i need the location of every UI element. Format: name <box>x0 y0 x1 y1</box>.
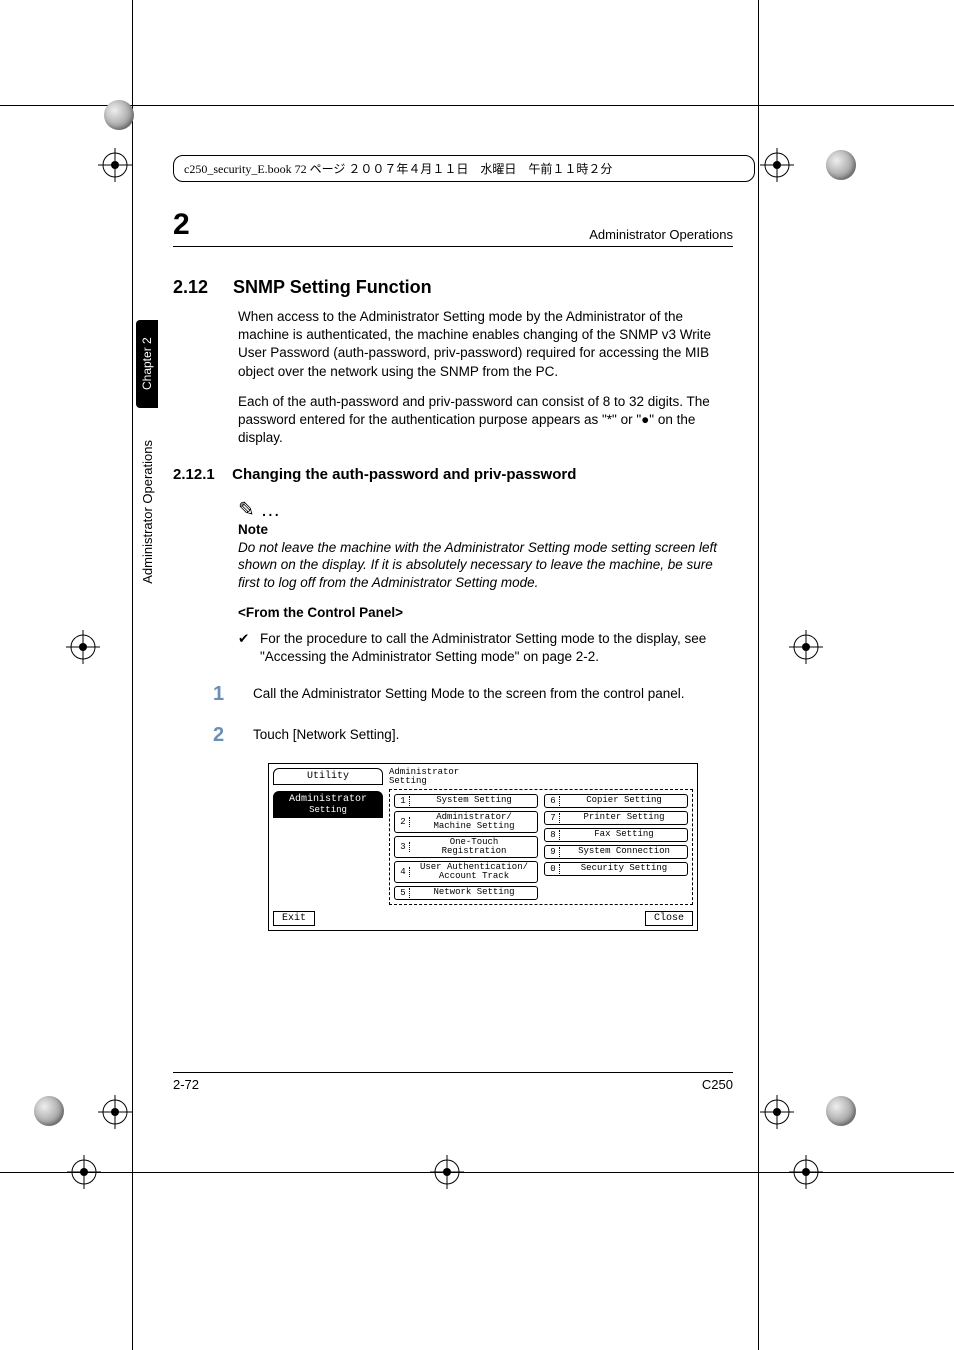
ss-menu-label: Security Setting <box>563 864 685 873</box>
chapter-tab: Chapter 2 <box>136 320 158 408</box>
registration-mark-icon <box>67 1155 101 1189</box>
ss-menu-item-7[interactable]: 7Printer Setting <box>544 811 688 825</box>
crop-line <box>132 0 133 1350</box>
crop-line <box>0 105 954 106</box>
decorative-sphere-icon <box>826 150 856 180</box>
ss-menu-label: Printer Setting <box>563 813 685 822</box>
note-label: Note <box>238 522 733 537</box>
ss-menu-item-6[interactable]: 6Copier Setting <box>544 794 688 808</box>
note-body: Do not leave the machine with the Admini… <box>238 539 733 592</box>
body-paragraph: When access to the Administrator Setting… <box>238 308 733 381</box>
page-number: 2-72 <box>173 1077 199 1092</box>
decorative-sphere-icon <box>34 1096 64 1126</box>
subsection-number: 2.12.1 <box>173 466 228 483</box>
ss-menu-grid: 1System Setting 2Administrator/ Machine S… <box>389 789 693 905</box>
ss-menu-label: Network Setting <box>413 888 535 897</box>
registration-mark-icon <box>789 630 823 664</box>
registration-mark-icon <box>98 1095 132 1129</box>
ss-menu-number: 9 <box>547 847 560 857</box>
section-number: 2.12 <box>173 277 228 298</box>
ss-menu-item-3[interactable]: 3One-Touch Registration <box>394 836 538 858</box>
decorative-sphere-icon <box>826 1096 856 1126</box>
bullet-text: For the procedure to call the Administra… <box>260 630 733 666</box>
ss-breadcrumb: Administrator Setting <box>389 768 693 786</box>
step-1: 1 Call the Administrator Setting Mode to… <box>213 681 733 708</box>
ss-menu-item-0[interactable]: 0Security Setting <box>544 862 688 876</box>
ss-menu-number: 0 <box>547 864 560 874</box>
ss-menu-number: 6 <box>547 796 560 806</box>
ss-menu-item-5[interactable]: 5Network Setting <box>394 886 538 900</box>
note-icon: ✎ … <box>238 497 733 522</box>
ss-menu-number: 7 <box>547 813 560 823</box>
step-text: Call the Administrator Setting Mode to t… <box>253 681 684 708</box>
subsection-title: Changing the auth-password and priv-pass… <box>232 466 576 483</box>
step-text: Touch [Network Setting]. <box>253 722 399 749</box>
ss-menu-label: Fax Setting <box>563 830 685 839</box>
check-icon: ✔ <box>238 630 260 666</box>
ss-menu-item-8[interactable]: 8Fax Setting <box>544 828 688 842</box>
ss-tab-label: Administrator <box>289 794 367 805</box>
ss-menu-number: 1 <box>397 796 410 806</box>
model-code: C250 <box>702 1077 733 1092</box>
ss-menu-label: System Connection <box>563 847 685 856</box>
ss-menu-item-2[interactable]: 2Administrator/ Machine Setting <box>394 811 538 833</box>
running-title: Administrator Operations <box>589 227 733 242</box>
body-paragraph: Each of the auth-password and priv-passw… <box>238 393 733 448</box>
ss-menu-item-1[interactable]: 1System Setting <box>394 794 538 808</box>
ss-menu-label: System Setting <box>413 796 535 805</box>
ss-menu-number: 3 <box>397 842 410 852</box>
ss-menu-label: Copier Setting <box>563 796 685 805</box>
registration-mark-icon <box>760 148 794 182</box>
bullet-item: ✔ For the procedure to call the Administ… <box>238 630 733 666</box>
registration-mark-icon <box>66 630 100 664</box>
decorative-sphere-icon <box>104 100 134 130</box>
step-2: 2 Touch [Network Setting]. <box>213 722 733 749</box>
page-content: 2 Administrator Operations 2.12 SNMP Set… <box>173 208 733 931</box>
page-footer: 2-72 C250 <box>173 1072 733 1092</box>
chapter-number: 2 <box>173 208 190 242</box>
ss-menu-item-4[interactable]: 4User Authentication/ Account Track <box>394 861 538 883</box>
registration-mark-icon <box>760 1095 794 1129</box>
section-heading: 2.12 SNMP Setting Function <box>173 277 733 298</box>
subsection-heading: 2.12.1 Changing the auth-password and pr… <box>173 466 733 483</box>
registration-mark-icon <box>98 148 132 182</box>
ss-menu-label: Administrator/ Machine Setting <box>413 813 535 831</box>
ss-menu-number: 2 <box>397 817 410 827</box>
control-panel-heading: <From the Control Panel> <box>238 605 733 620</box>
ss-menu-label: User Authentication/ Account Track <box>413 863 535 881</box>
ss-tab-utility[interactable]: Utility <box>273 768 383 785</box>
ss-tab-label: Setting <box>278 805 378 815</box>
registration-mark-icon <box>789 1155 823 1189</box>
side-running-title: Administrator Operations <box>140 440 155 584</box>
registration-mark-icon <box>430 1155 464 1189</box>
ss-menu-number: 4 <box>397 867 410 877</box>
step-number: 2 <box>213 722 253 749</box>
ss-close-button[interactable]: Close <box>645 911 693 926</box>
section-title: SNMP Setting Function <box>233 277 432 297</box>
file-header: c250_security_E.book 72 ページ ２００７年４月１１日 水… <box>173 155 755 182</box>
ss-tab-administrator-setting[interactable]: Administrator Setting <box>273 791 383 818</box>
step-number: 1 <box>213 681 253 708</box>
ss-menu-item-9[interactable]: 9System Connection <box>544 845 688 859</box>
ss-exit-button[interactable]: Exit <box>273 911 315 926</box>
embedded-screenshot: Utility Administrator Setting Administra… <box>268 763 698 931</box>
ss-menu-number: 8 <box>547 830 560 840</box>
running-head: 2 Administrator Operations <box>173 208 733 247</box>
ss-menu-label: One-Touch Registration <box>413 838 535 856</box>
ss-menu-number: 5 <box>397 888 410 898</box>
ss-left-panel: Utility Administrator Setting <box>273 768 383 905</box>
crop-line <box>758 0 759 1350</box>
